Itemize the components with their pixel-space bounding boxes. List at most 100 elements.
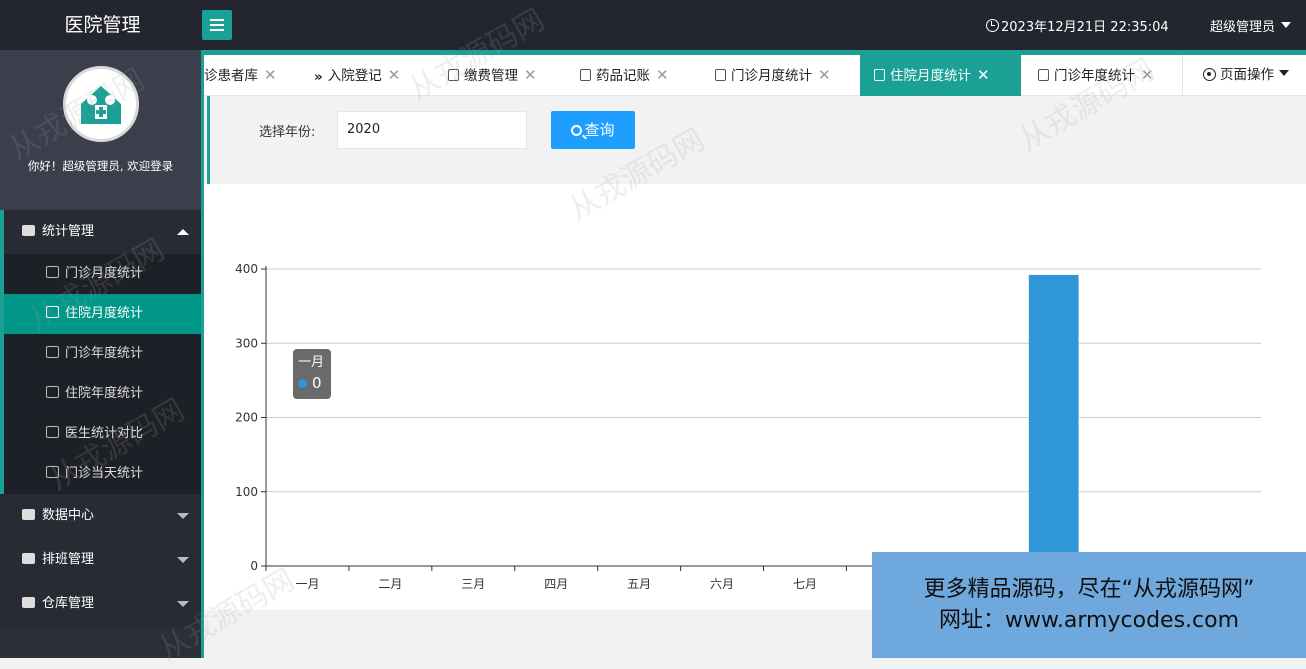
sidebar-item-outpatient-today[interactable]: 门诊当天统计 (0, 454, 201, 494)
y-tick-label: 0 (250, 559, 258, 573)
tooltip-category: 一月 (298, 355, 325, 370)
user-icon (22, 553, 35, 564)
page-ops-label: 页面操作 (1220, 67, 1274, 83)
query-button[interactable]: 查询 (551, 111, 635, 149)
nav-group-data-center[interactable]: 数据中心 (0, 494, 201, 538)
document-icon (46, 266, 59, 278)
tab-label: 门诊年度统计 (1054, 68, 1135, 84)
nav-group-scheduling[interactable]: 排班管理 (0, 538, 201, 582)
nav-group-warehouse[interactable]: 仓库管理 (0, 582, 201, 626)
close-icon[interactable]: ✕ (388, 66, 401, 84)
search-icon (571, 125, 583, 136)
year-input[interactable]: 2020 (337, 111, 527, 149)
clock-icon (986, 19, 999, 32)
tab-outpatient-monthly[interactable]: 门诊月度统计 ✕ (715, 55, 860, 96)
tab-bar: 诊患者库 ✕ » 入院登记 ✕ 缴费管理 ✕ 药品记账 ✕ 门诊月度统计 ✕ 住院月度统计 ✕… (204, 50, 1306, 96)
caret-up-icon (177, 223, 189, 235)
y-tick-label: 300 (235, 336, 258, 350)
tab-label: 药品记账 (596, 68, 650, 84)
caret-down-icon (177, 513, 189, 525)
user-menu[interactable]: 超级管理员 (1210, 16, 1292, 35)
caret-down-icon (1279, 70, 1289, 81)
y-tick-label: 400 (235, 262, 258, 276)
tab-billing[interactable]: 缴费管理 ✕ (448, 55, 568, 96)
book-icon (580, 69, 591, 81)
tab-label: 门诊月度统计 (731, 68, 812, 84)
caret-down-icon (177, 557, 189, 569)
user-icon (46, 426, 59, 438)
hamburger-icon (210, 24, 224, 26)
nav-group-label: 仓库管理 (42, 596, 95, 611)
layers-icon (46, 386, 59, 398)
file-icon (22, 509, 35, 520)
document-icon (715, 69, 726, 81)
y-tick-label: 200 (235, 411, 258, 425)
chart-tooltip: 一月 0 (293, 349, 331, 399)
target-icon (1203, 68, 1216, 81)
hospital-logo-icon (80, 86, 121, 124)
nav-group-label: 排班管理 (42, 552, 95, 567)
query-button-label: 查询 (584, 121, 615, 139)
app-title: 医院管理 (64, 14, 141, 36)
tab-patient-library[interactable]: 诊患者库 ✕ (204, 55, 300, 96)
close-icon[interactable]: ✕ (977, 66, 990, 84)
table-icon (1038, 69, 1049, 81)
tab-drug-ledger[interactable]: 药品记账 ✕ (580, 55, 710, 96)
tab-outpatient-yearly[interactable]: 门诊年度统计 ✕ (1038, 55, 1183, 96)
sidebar-item-outpatient-yearly[interactable]: 门诊年度统计 (0, 334, 201, 374)
year-label: 选择年份: (259, 125, 316, 140)
tab-label: 缴费管理 (464, 68, 518, 84)
x-tick-label: 七月 (793, 577, 817, 591)
page-operations-menu[interactable]: 页面操作 (1182, 55, 1306, 96)
close-icon[interactable]: ✕ (264, 66, 277, 84)
menu-toggle-button[interactable] (202, 10, 232, 40)
tab-label: 住院月度统计 (890, 68, 971, 84)
nav-group-statistics[interactable]: 统计管理 (0, 210, 201, 254)
x-tick-label: 二月 (378, 577, 402, 591)
avatar (62, 66, 139, 142)
sidebar-item-inpatient-yearly[interactable]: 住院年度统计 (0, 374, 201, 414)
nav-group-label: 统计管理 (42, 224, 95, 239)
header-clock: 2023年12月21日 22:35:04 (986, 16, 1169, 35)
close-icon[interactable]: ✕ (818, 66, 831, 84)
caret-down-icon (1281, 22, 1292, 33)
tab-inpatient-monthly[interactable]: 住院月度统计 ✕ (860, 55, 1021, 96)
close-icon[interactable]: ✕ (656, 66, 669, 84)
clock-icon (46, 466, 59, 478)
promo-line-1: 更多精品源码，尽在“从戎源码网” (923, 577, 1255, 602)
sidebar-item-label: 住院年度统计 (65, 386, 144, 401)
query-toolbar: 选择年份: 2020 查询 (207, 96, 1306, 184)
nav-group-label: 数据中心 (42, 508, 95, 523)
sidebar-item-outpatient-monthly[interactable]: 门诊月度统计 (0, 254, 201, 294)
datetime-text: 2023年12月21日 22:35:04 (1001, 20, 1169, 35)
user-profile: 你好！超级管理员, 欢迎登录 (0, 50, 201, 210)
chart-panel: 0 100 200 300 400 一月 二月 三月 四月 五月 六月 七月 (204, 184, 1306, 610)
tab-label: 入院登记 (327, 68, 382, 84)
welcome-text: 你好！超级管理员, 欢迎登录 (27, 159, 174, 173)
close-icon[interactable]: ✕ (524, 66, 537, 84)
sidebar-item-label: 门诊年度统计 (65, 346, 144, 361)
promo-line-2: 网址：www.armycodes.com (938, 608, 1240, 633)
x-tick-label: 五月 (627, 577, 651, 591)
tooltip-value: 0 (312, 374, 322, 392)
bar (1028, 274, 1079, 566)
x-tick-label: 四月 (544, 577, 568, 591)
y-tick-label: 100 (235, 485, 258, 499)
sidebar-item-inpatient-monthly[interactable]: 住院月度统计 (0, 294, 201, 334)
tab-label: 诊患者库 (204, 68, 258, 84)
close-icon[interactable]: ✕ (1141, 66, 1154, 84)
bar-chart: 0100200300400一月 二月 三月 四月 五月 六月 七月 (235, 262, 1261, 591)
sidebar-item-label: 门诊当天统计 (65, 466, 144, 481)
series-dot-icon (298, 379, 307, 388)
top-header: 医院管理 2023年12月21日 22:35:04 超级管理员 (0, 0, 1306, 50)
pulse-icon (874, 69, 885, 81)
tab-admission[interactable]: » 入院登记 ✕ (314, 55, 434, 96)
double-chevron-icon: » (314, 69, 323, 85)
table-icon (46, 346, 59, 358)
sidebar-item-label: 医生统计对比 (65, 426, 144, 441)
sidebar: 你好！超级管理员, 欢迎登录 统计管理 门诊月度统计 住院月度统计 门诊年度统计… (0, 50, 204, 658)
sidebar-item-doctor-compare[interactable]: 医生统计对比 (0, 414, 201, 454)
sidebar-item-label: 门诊月度统计 (65, 266, 144, 281)
sidebar-item-label: 住院月度统计 (65, 306, 144, 321)
caret-down-icon (177, 601, 189, 613)
